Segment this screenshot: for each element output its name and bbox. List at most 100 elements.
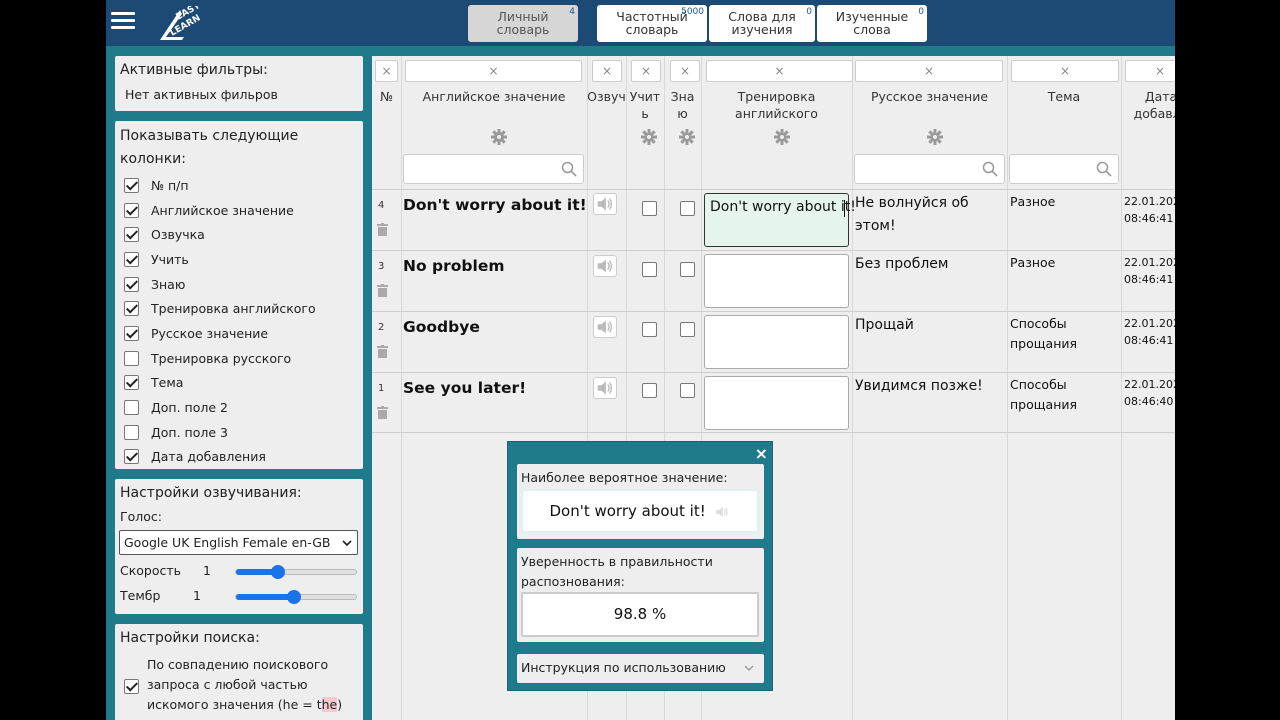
column-toggle-row[interactable]: Тренировка русского [124, 346, 358, 371]
voice-select[interactable]: Google UK English Female en-GB [119, 530, 358, 555]
filter-clear-voice[interactable]: × [592, 60, 622, 82]
column-toggle-row[interactable]: Русское значение [124, 321, 358, 346]
speaker-icon[interactable] [713, 504, 731, 520]
know-checkbox[interactable] [680, 262, 695, 277]
column-header-voice[interactable]: Озвуч [587, 88, 626, 105]
speed-slider[interactable] [235, 565, 357, 579]
tab-learned-words[interactable]: Изученные слова 0 [817, 5, 927, 42]
column-toggle-row[interactable]: Доп. поле 2 [124, 395, 358, 420]
column-toggle-row[interactable]: Тема [124, 371, 358, 396]
filter-clear-train-en[interactable]: × [706, 60, 853, 82]
english-training-input[interactable] [704, 376, 849, 430]
hamburger-menu-icon[interactable] [111, 12, 135, 32]
column-header-english[interactable]: Английское значение [401, 88, 587, 105]
column-toggle-row[interactable]: Английское значение [124, 198, 358, 223]
trash-icon[interactable] [377, 284, 388, 297]
column-header-know[interactable]: Зна ю [664, 88, 701, 122]
column-toggle-checkbox[interactable] [124, 177, 139, 193]
pitch-slider-handle[interactable] [286, 590, 301, 604]
play-sound-button[interactable] [593, 377, 617, 399]
learn-checkbox[interactable] [642, 201, 657, 216]
column-toggle-checkbox[interactable] [124, 301, 139, 317]
gear-icon[interactable] [927, 129, 943, 145]
column-toggle-row[interactable]: Тренировка английского [124, 296, 358, 321]
trash-icon[interactable] [377, 345, 388, 358]
gear-icon[interactable] [641, 129, 657, 145]
column-toggle-row[interactable]: № п/п [124, 173, 358, 198]
filter-clear-date[interactable]: × [1125, 60, 1175, 82]
search-option-text: По совпадению поискового запроса с любой… [147, 655, 342, 715]
english-training-input[interactable] [704, 315, 849, 369]
column-toggle-checkbox[interactable] [124, 400, 139, 416]
trash-icon[interactable] [377, 406, 388, 419]
active-filters-panel: Активные фильтры: Нет активных фильров [115, 56, 363, 111]
gear-icon[interactable] [774, 129, 790, 145]
column-toggle-checkbox[interactable] [124, 325, 139, 341]
learn-checkbox[interactable] [642, 262, 657, 277]
column-toggle-checkbox[interactable] [124, 375, 139, 391]
theme-value-line1: Способы [1010, 377, 1067, 392]
know-checkbox[interactable] [680, 383, 695, 398]
filter-clear-learn[interactable]: × [631, 60, 661, 82]
tab-frequency-dictionary[interactable]: Частотный словарь 5000 [597, 5, 707, 42]
date-value-line2: 08:46:40 [1124, 395, 1174, 408]
column-toggle-row[interactable]: Доп. поле 3 [124, 420, 358, 445]
column-toggle-row[interactable]: Озвучка [124, 222, 358, 247]
tab-personal-dictionary[interactable]: Личный словарь 4 [468, 5, 578, 42]
filter-clear-num[interactable]: × [375, 60, 398, 82]
column-toggle-checkbox[interactable] [124, 251, 139, 267]
date-value-line1: 22.01.202 [1124, 256, 1175, 269]
close-icon[interactable]: × [755, 444, 768, 463]
play-sound-button[interactable] [593, 193, 617, 215]
pitch-slider[interactable] [235, 590, 357, 604]
column-toggle-row[interactable]: Дата добавления [124, 445, 358, 470]
speed-slider-handle[interactable] [271, 565, 285, 579]
column-header-train-en[interactable]: Тренировка английского [701, 88, 852, 122]
tab-label-line2: словарь [496, 22, 550, 37]
column-toggle-label: Знаю [151, 276, 186, 292]
theme-search-input[interactable] [1009, 154, 1119, 184]
column-toggle-checkbox[interactable] [124, 227, 139, 243]
filter-clear-theme[interactable]: × [1011, 60, 1119, 82]
column-header-num[interactable]: № [372, 88, 401, 105]
russian-value: Прощай [855, 314, 1000, 337]
play-sound-button[interactable] [593, 316, 617, 338]
english-training-input[interactable]: Don't worry about it! [704, 193, 856, 247]
search-any-part-checkbox[interactable] [124, 679, 139, 694]
gear-icon[interactable] [679, 129, 695, 145]
english-search-input[interactable] [403, 154, 584, 184]
learn-checkbox[interactable] [642, 322, 657, 337]
column-header-russian[interactable]: Русское значение [852, 88, 1007, 105]
column-header-date[interactable]: Дата добавле [1121, 88, 1175, 122]
column-toggle-row[interactable]: Знаю [124, 272, 358, 297]
russian-value-line1: Увидимся позже! [855, 378, 983, 394]
easy-learn-logo[interactable]: EASY- LEARN [158, 6, 218, 42]
play-sound-button[interactable] [593, 255, 617, 277]
tab-words-to-learn[interactable]: Слова для изучения 0 [709, 5, 815, 42]
column-toggle-checkbox[interactable] [124, 202, 139, 218]
column-toggle-checkbox[interactable] [124, 350, 139, 366]
trash-icon[interactable] [377, 223, 388, 236]
russian-value-line1: Не волнуйся об [855, 195, 969, 211]
search-icon [982, 161, 998, 177]
column-toggle-checkbox[interactable] [124, 449, 139, 465]
know-checkbox[interactable] [680, 322, 695, 337]
pitch-value: 1 [193, 588, 201, 603]
column-header-know-line1: Зна [670, 89, 695, 104]
filter-clear-russian[interactable]: × [855, 60, 1003, 82]
instructions-accordion[interactable]: Инструкция по использованию [517, 654, 764, 683]
date-value: 22.01.202 08:46:41 [1124, 315, 1175, 349]
column-header-learn[interactable]: Учит ь [626, 88, 664, 122]
english-training-input[interactable] [704, 254, 849, 308]
learn-checkbox[interactable] [642, 383, 657, 398]
column-toggle-row[interactable]: Учить [124, 247, 358, 272]
date-value-line1: 22.01.202 [1124, 317, 1175, 330]
english-value: Goodbye [403, 318, 480, 336]
filter-clear-english[interactable]: × [405, 60, 582, 82]
russian-search-input[interactable] [854, 154, 1005, 184]
column-toggle-checkbox[interactable] [124, 276, 139, 292]
column-header-theme[interactable]: Тема [1007, 88, 1121, 105]
know-checkbox[interactable] [680, 201, 695, 216]
column-toggle-checkbox[interactable] [124, 424, 139, 440]
filter-clear-know[interactable]: × [670, 60, 700, 82]
